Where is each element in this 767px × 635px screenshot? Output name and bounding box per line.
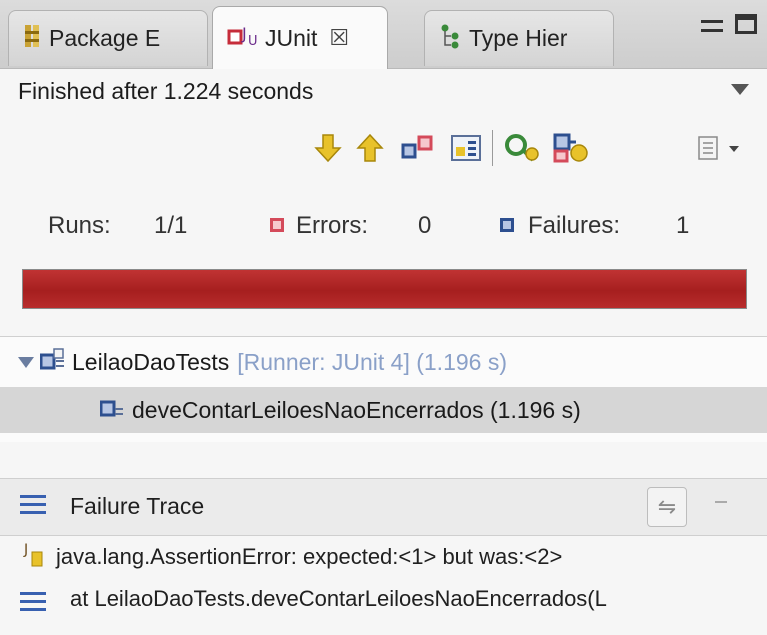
junit-toolbar xyxy=(0,128,767,172)
previous-failure-icon[interactable] xyxy=(350,128,390,168)
test-failure-icon xyxy=(99,396,124,424)
history-dropdown-icon[interactable] xyxy=(690,128,750,168)
tab-label: Package E xyxy=(49,25,161,51)
progress-bar-fill xyxy=(23,270,746,308)
stack-frame-icon xyxy=(20,592,46,612)
exception-text: java.lang.AssertionError: expected:<1> b… xyxy=(56,544,563,569)
error-icon xyxy=(270,218,284,232)
test-suite-icon xyxy=(39,346,66,378)
trace-line-exception[interactable]: J java.lang.AssertionError: expected:<1>… xyxy=(0,538,767,578)
test-tree: LeilaoDaoTests [Runner: JUnit 4] (1.196 … xyxy=(0,336,767,442)
test-progress-bar xyxy=(22,269,747,309)
tab-type-hierarchy[interactable]: Type Hier xyxy=(424,10,614,66)
run-status-text: Finished after 1.224 seconds xyxy=(18,78,314,104)
window-controls xyxy=(701,14,757,34)
failure-icon xyxy=(500,218,514,232)
minimize-button[interactable] xyxy=(701,20,723,32)
type-hierarchy-icon xyxy=(439,23,461,55)
suite-name: LeilaoDaoTests xyxy=(72,348,230,375)
stack-trace-icon xyxy=(20,495,46,515)
svg-text:J: J xyxy=(23,542,28,558)
stack-frame-text: at LeilaoDaoTests.deveContarLeiloesNaoEn… xyxy=(70,586,607,611)
suite-runner-info: [Runner: JUnit 4] (1.196 s) xyxy=(237,348,507,375)
maximize-button[interactable] xyxy=(735,14,757,34)
close-tab-icon[interactable]: ☒ xyxy=(329,25,349,51)
svg-text:U: U xyxy=(248,34,257,49)
runs-value: 1/1 xyxy=(154,212,188,239)
trace-line-stack[interactable]: at LeilaoDaoTests.deveContarLeiloesNaoEn… xyxy=(0,580,767,620)
junit-view: Package E J U JUnit ☒ Type Hier Finished… xyxy=(0,0,767,635)
tree-row-suite[interactable]: LeilaoDaoTests [Runner: JUnit 4] (1.196 … xyxy=(0,339,767,385)
view-tab-bar: Package E J U JUnit ☒ Type Hier xyxy=(0,0,767,69)
failures-label: Failures: xyxy=(528,212,621,239)
runs-label: Runs: xyxy=(48,212,111,239)
tab-package-explorer[interactable]: Package E xyxy=(8,10,208,66)
failure-trace-header: Failure Trace ⇋ xyxy=(0,478,767,536)
tab-label: JUnit xyxy=(265,24,318,51)
rerun-failed-first-icon[interactable] xyxy=(552,128,592,168)
tab-junit[interactable]: J U JUnit ☒ xyxy=(212,6,388,69)
show-failures-only-icon[interactable] xyxy=(398,128,438,168)
errors-value: 0 xyxy=(418,212,432,239)
failures-value: 1 xyxy=(676,212,690,239)
filter-stack-icon[interactable] xyxy=(715,501,727,503)
package-explorer-icon xyxy=(23,23,41,55)
compare-result-icon[interactable]: ⇋ xyxy=(647,487,687,527)
errors-label: Errors: xyxy=(296,212,368,239)
tree-row-test[interactable]: deveContarLeiloesNaoEncerrados (1.196 s) xyxy=(0,387,767,433)
exception-icon: J xyxy=(22,540,56,576)
tab-label: Type Hier xyxy=(469,25,568,51)
rerun-test-icon[interactable] xyxy=(502,128,542,168)
test-counters: Runs: 1/1 Errors: 0 Failures: 1 xyxy=(0,208,767,248)
svg-text:J: J xyxy=(241,24,247,43)
scroll-lock-icon[interactable] xyxy=(446,128,486,168)
toolbar-separator xyxy=(492,130,493,166)
failure-trace-title: Failure Trace xyxy=(70,493,205,519)
expand-arrow-icon[interactable] xyxy=(18,356,34,368)
test-name: deveContarLeiloesNaoEncerrados (1.196 s) xyxy=(132,396,581,423)
next-failure-icon[interactable] xyxy=(308,128,348,168)
view-menu-icon[interactable] xyxy=(731,84,749,95)
junit-icon: J U xyxy=(227,21,258,55)
